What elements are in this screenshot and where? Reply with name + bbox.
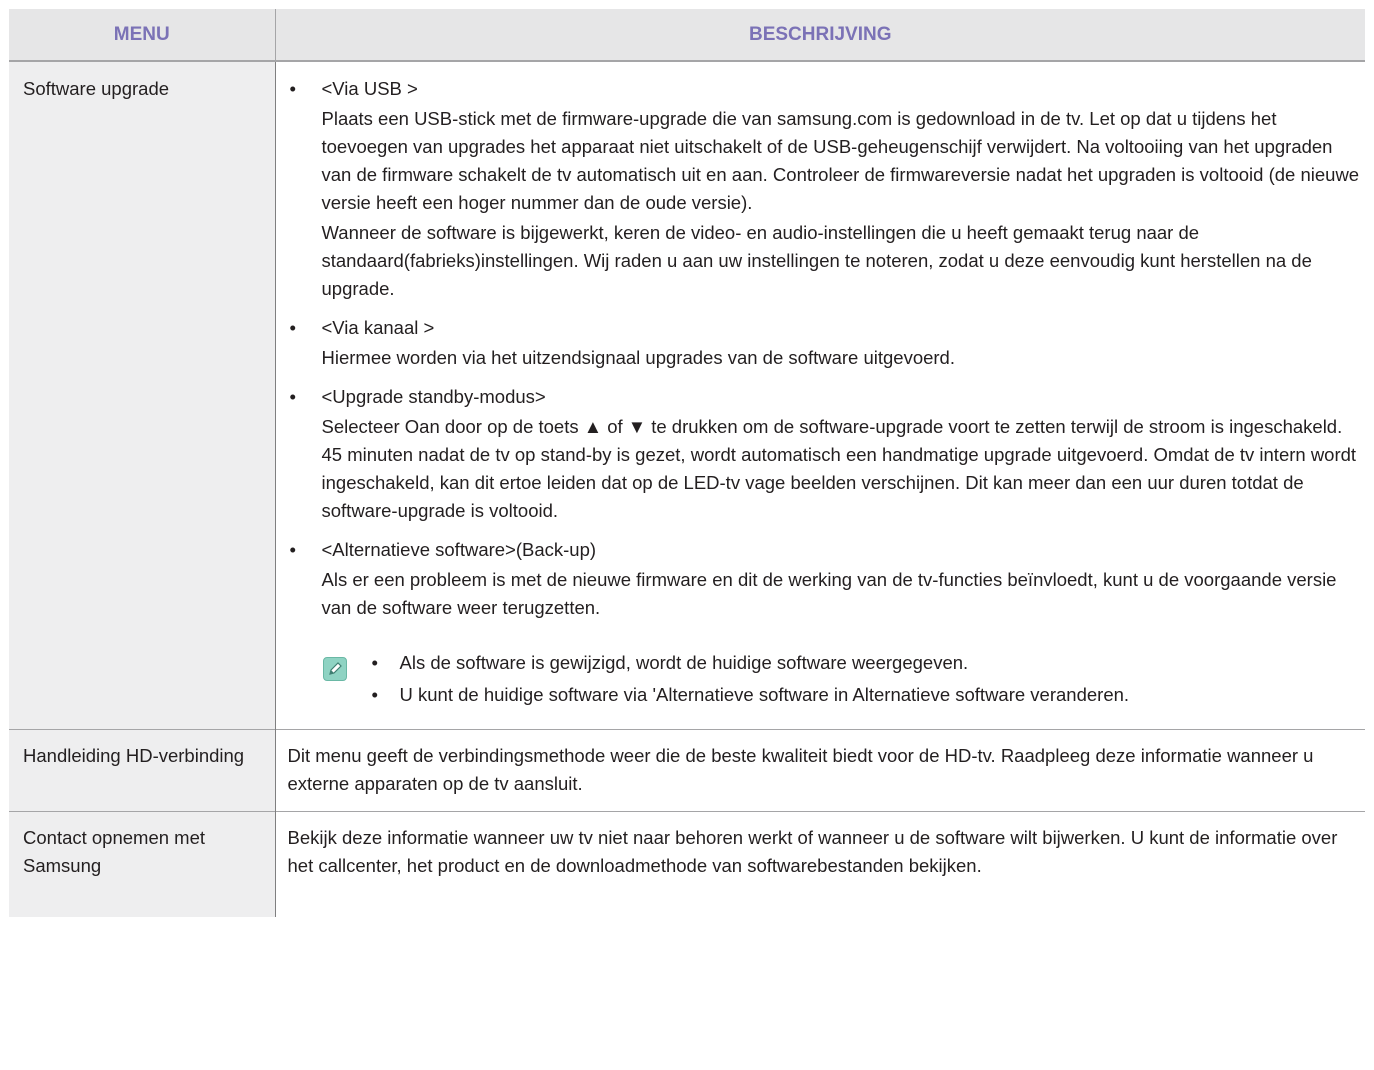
- header-menu: MENU: [9, 9, 276, 62]
- menu-description-table: MENU BESCHRIJVING Software upgrade • <Vi…: [9, 9, 1365, 917]
- bullet-icon: •: [289, 386, 296, 407]
- item-title: <Alternatieve software>(Back-up): [321, 539, 597, 560]
- note-text: Als de software is gewijzigd, wordt de h…: [399, 652, 969, 673]
- bullet-icon: •: [289, 539, 296, 560]
- description-cell-contact-samsung: Bekijk deze informatie wanneer uw tv nie…: [275, 811, 1365, 917]
- item-paragraph: Als er een probleem is met de nieuwe fir…: [321, 569, 1337, 618]
- bullet-icon: •: [289, 78, 296, 99]
- table-row-hd-verbinding: Handleiding HD-verbinding Dit menu geeft…: [9, 729, 1365, 812]
- note-item: • Als de software is gewijzigd, wordt de…: [372, 649, 1362, 677]
- note-item: • U kunt de huidige software via 'Altern…: [372, 681, 1362, 709]
- menu-cell-contact-samsung: Contact opnemen met Samsung: [9, 811, 276, 917]
- bullet-icon: •: [289, 317, 296, 338]
- list-item-via-kanaal: • <Via kanaal > Hiermee worden via het u…: [288, 314, 1362, 372]
- item-title: <Via kanaal >: [321, 317, 435, 338]
- table-row-contact-samsung: Contact opnemen met Samsung Bekijk deze …: [9, 811, 1365, 917]
- table-row-software-upgrade: Software upgrade • <Via USB > Plaats een…: [9, 61, 1365, 730]
- menu-cell-hd-verbinding: Handleiding HD-verbinding: [9, 729, 276, 812]
- bullet-icon: •: [371, 652, 378, 673]
- note-list: • Als de software is gewijzigd, wordt de…: [372, 649, 1362, 709]
- note-text: U kunt de huidige software via 'Alternat…: [399, 684, 1130, 705]
- item-title: <Via USB >: [321, 78, 418, 99]
- note-pencil-icon: [322, 657, 347, 681]
- menu-cell-software-upgrade: Software upgrade: [9, 61, 276, 730]
- description-cell-software-upgrade: • <Via USB > Plaats een USB-stick met de…: [275, 61, 1365, 730]
- item-paragraph: Wanneer de software is bijgewerkt, keren…: [321, 222, 1312, 299]
- note-block: • Als de software is gewijzigd, wordt de…: [288, 649, 1362, 729]
- item-paragraph: Selecteer Oan door op de toets ▲ of ▼ te…: [321, 416, 1357, 521]
- list-item-upgrade-standby: • <Upgrade standby-modus> Selecteer Oan …: [288, 383, 1362, 525]
- item-paragraph: Hiermee worden via het uitzendsignaal up…: [321, 347, 956, 368]
- description-cell-hd-verbinding: Dit menu geeft de verbindingsmethode wee…: [275, 729, 1365, 812]
- item-title: <Upgrade standby-modus>: [321, 386, 546, 407]
- list-item-alternatieve-software: • <Alternatieve software>(Back-up) Als e…: [288, 536, 1362, 622]
- bullet-icon: •: [371, 684, 378, 705]
- item-paragraph: Plaats een USB-stick met de firmware-upg…: [321, 108, 1360, 213]
- header-description: BESCHRIJVING: [275, 9, 1365, 62]
- list-item-via-usb: • <Via USB > Plaats een USB-stick met de…: [288, 75, 1362, 303]
- table-header-row: MENU BESCHRIJVING: [9, 9, 1365, 62]
